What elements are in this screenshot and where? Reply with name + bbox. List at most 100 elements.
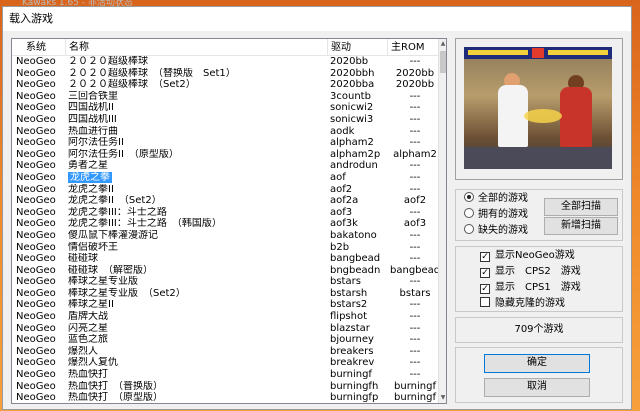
cell-sys: NeoGeo — [16, 380, 56, 392]
cell-name: 龙虎之拳III：斗士之路 （韩国版） — [68, 218, 222, 230]
cell-name: 勇者之星 — [68, 160, 108, 172]
cell-drv: aodk — [330, 125, 355, 137]
column-header-system[interactable]: 系统 — [12, 39, 66, 56]
list-item[interactable]: NeoGeo ２０２０超级棒球 2020bb --- — [12, 56, 440, 68]
cell-name: 阿尔法任务II — [68, 137, 124, 149]
cell-name: 棒球之星II — [68, 299, 114, 311]
cell-name: 碰碰球 （解密版） — [68, 264, 153, 276]
list-item[interactable]: NeoGeo 勇者之星 androdun --- — [12, 160, 440, 172]
cell-name: 热血快打 — [68, 369, 108, 381]
list-item[interactable]: NeoGeo 情侣破坏王 b2b --- — [12, 242, 440, 254]
list-header: 系统 名称 驱动 主ROM — [12, 39, 440, 56]
checkbox-show-cps1[interactable]: ✓ 显示 CPS1 游戏 — [480, 281, 581, 295]
cell-main: --- — [409, 90, 421, 102]
list-item[interactable]: NeoGeo 热血快打 （普换版） burningfh burningf — [12, 381, 440, 393]
column-header-name[interactable]: 名称 — [66, 39, 328, 56]
radio-icon[interactable] — [464, 208, 474, 218]
cell-main: aof3 — [403, 218, 427, 230]
list-item[interactable]: NeoGeo 四国战机III sonicwi3 --- — [12, 114, 440, 126]
list-item[interactable]: NeoGeo 三回合铁里 3countb --- — [12, 91, 440, 103]
list-item[interactable]: NeoGeo 盾牌大战 flipshot --- — [12, 311, 440, 323]
game-preview — [455, 38, 623, 180]
cell-name: 四国战机III — [68, 113, 117, 125]
checkbox-hide-clones[interactable]: 隐藏克隆的游戏 — [480, 297, 565, 311]
cell-name: 爆烈人复仇 — [68, 357, 118, 369]
list-item[interactable]: NeoGeo 蓝色之旅 bjourney --- — [12, 334, 440, 346]
radio-all-label: 全部的游戏 — [478, 193, 528, 204]
cell-drv: 3countb — [330, 90, 371, 102]
game-screenshot — [464, 47, 612, 169]
list-item[interactable]: NeoGeo 热血快打 （原型版） burningfp burningf — [12, 392, 440, 404]
list-item[interactable]: NeoGeo 龙虎之拳III：斗士之路 （韩国版） aof3k aof3 — [12, 218, 440, 230]
checkbox-show-cps2[interactable]: ✓ 显示 CPS2 游戏 — [480, 265, 581, 279]
ok-button[interactable]: 确定 — [484, 354, 590, 373]
radio-all-games[interactable]: 全部的游戏 — [464, 192, 528, 206]
list-item[interactable]: NeoGeo 龙虎之拳II （Set2） aof2a aof2 — [12, 195, 440, 207]
list-item[interactable]: NeoGeo ２０２０超级棒球 （Set2） 2020bba 2020bb — [12, 79, 440, 91]
stage-floor — [464, 147, 612, 169]
list-item[interactable]: NeoGeo 阿尔法任务II alpham2 --- — [12, 137, 440, 149]
radio-icon[interactable] — [464, 192, 474, 202]
cell-name: ２０２０超级棒球 （替换版 Set1） — [68, 67, 236, 79]
list-item[interactable]: NeoGeo 龙虎之拳II aof2 --- — [12, 184, 440, 196]
cell-sys: NeoGeo — [16, 241, 56, 253]
checkbox-icon[interactable] — [480, 297, 490, 307]
list-item[interactable]: NeoGeo 龙虎之拳III：斗士之路 aof3 --- — [12, 207, 440, 219]
checkbox-show-neogeo[interactable]: ✓ 显示NeoGeo游戏 — [480, 249, 575, 263]
list-item[interactable]: NeoGeo 棒球之星专业版 bstars --- — [12, 276, 440, 288]
cell-name: ２０２０超级棒球 （Set2） — [68, 79, 196, 91]
cell-drv: aof2 — [330, 183, 353, 195]
cell-sys: NeoGeo — [16, 276, 56, 288]
column-header-driver[interactable]: 驱动 — [328, 39, 388, 56]
scan-new-button[interactable]: 新增扫描 — [544, 217, 618, 235]
cell-main: --- — [409, 113, 421, 125]
cell-name: 龙虎之拳II — [68, 183, 114, 195]
checkbox-icon[interactable]: ✓ — [480, 268, 490, 278]
scan-all-button[interactable]: 全部扫描 — [544, 198, 618, 216]
list-item[interactable]: NeoGeo 碰碰球 bangbead --- — [12, 253, 440, 265]
cell-main: --- — [409, 241, 421, 253]
cell-sys: NeoGeo — [16, 79, 56, 91]
checkbox-label: 显示 CPS1 游戏 — [495, 282, 581, 293]
list-item[interactable]: NeoGeo 四国战机II sonicwi2 --- — [12, 102, 440, 114]
list-item[interactable]: NeoGeo 热血快打 burningf --- — [12, 369, 440, 381]
column-header-main-rom[interactable]: 主ROM — [388, 39, 440, 56]
game-list[interactable]: 系统 名称 驱动 主ROM NeoGeo ２０２０超级棒球 2020bb --- Neo… — [11, 38, 447, 404]
list-item[interactable]: NeoGeo 傻瓜鼠下棒灌漫游记 bakatono --- — [12, 230, 440, 242]
cell-main: burningf — [394, 392, 436, 404]
checkbox-icon[interactable]: ✓ — [480, 284, 490, 294]
cancel-button[interactable]: 取消 — [484, 378, 590, 397]
cell-name: 龙虎之拳II （Set2） — [68, 195, 162, 207]
cell-drv: androdun — [330, 160, 378, 172]
list-item[interactable]: NeoGeo ２０２０超级棒球 （替换版 Set1） 2020bbh 2020bb — [12, 68, 440, 80]
list-item[interactable]: NeoGeo 爆烈人 breakers --- — [12, 346, 440, 358]
cell-sys: NeoGeo — [16, 113, 56, 125]
checkbox-icon[interactable]: ✓ — [480, 252, 490, 262]
cell-main: --- — [409, 229, 421, 241]
list-item[interactable]: NeoGeo 闪亮之星 blazstar --- — [12, 323, 440, 335]
cell-drv: alpham2 — [330, 137, 374, 149]
cell-drv: blazstar — [330, 322, 370, 334]
scroll-down-icon[interactable]: ▼ — [439, 393, 446, 403]
scroll-thumb[interactable] — [440, 51, 446, 73]
cell-main: --- — [409, 171, 421, 183]
radio-owned-games[interactable]: 拥有的游戏 — [464, 208, 528, 222]
list-item[interactable]: NeoGeo 碰碰球 （解密版） bngbeadn bangbead — [12, 265, 440, 277]
list-item[interactable]: NeoGeo 阿尔法任务II （原型版） alpham2p alpham2 — [12, 149, 440, 161]
cell-drv: aof2a — [330, 195, 359, 207]
list-item[interactable]: NeoGeo 棒球之星II bstars2 --- — [12, 299, 440, 311]
list-scrollbar[interactable]: ▲ ▼ — [438, 39, 446, 403]
health-bar-p1 — [468, 50, 528, 55]
radio-icon[interactable] — [464, 224, 474, 234]
timer — [532, 48, 544, 58]
radio-missing-games[interactable]: 缺失的游戏 — [464, 224, 528, 238]
dialog-title: 载入游戏 — [3, 7, 631, 31]
game-hud — [464, 47, 612, 59]
list-item[interactable]: NeoGeo 棒球之星专业版 （Set2） bstarsh bstars — [12, 288, 440, 300]
list-item[interactable]: NeoGeo 爆烈人复仇 breakrev --- — [12, 357, 440, 369]
list-item[interactable]: NeoGeo 热血进行曲 aodk --- — [12, 126, 440, 138]
list-item[interactable]: NeoGeo 龙虎之拳 aof --- — [12, 171, 440, 184]
cell-main: --- — [409, 102, 421, 114]
scroll-up-icon[interactable]: ▲ — [439, 39, 446, 49]
cell-name: 蓝色之旅 — [68, 334, 108, 346]
